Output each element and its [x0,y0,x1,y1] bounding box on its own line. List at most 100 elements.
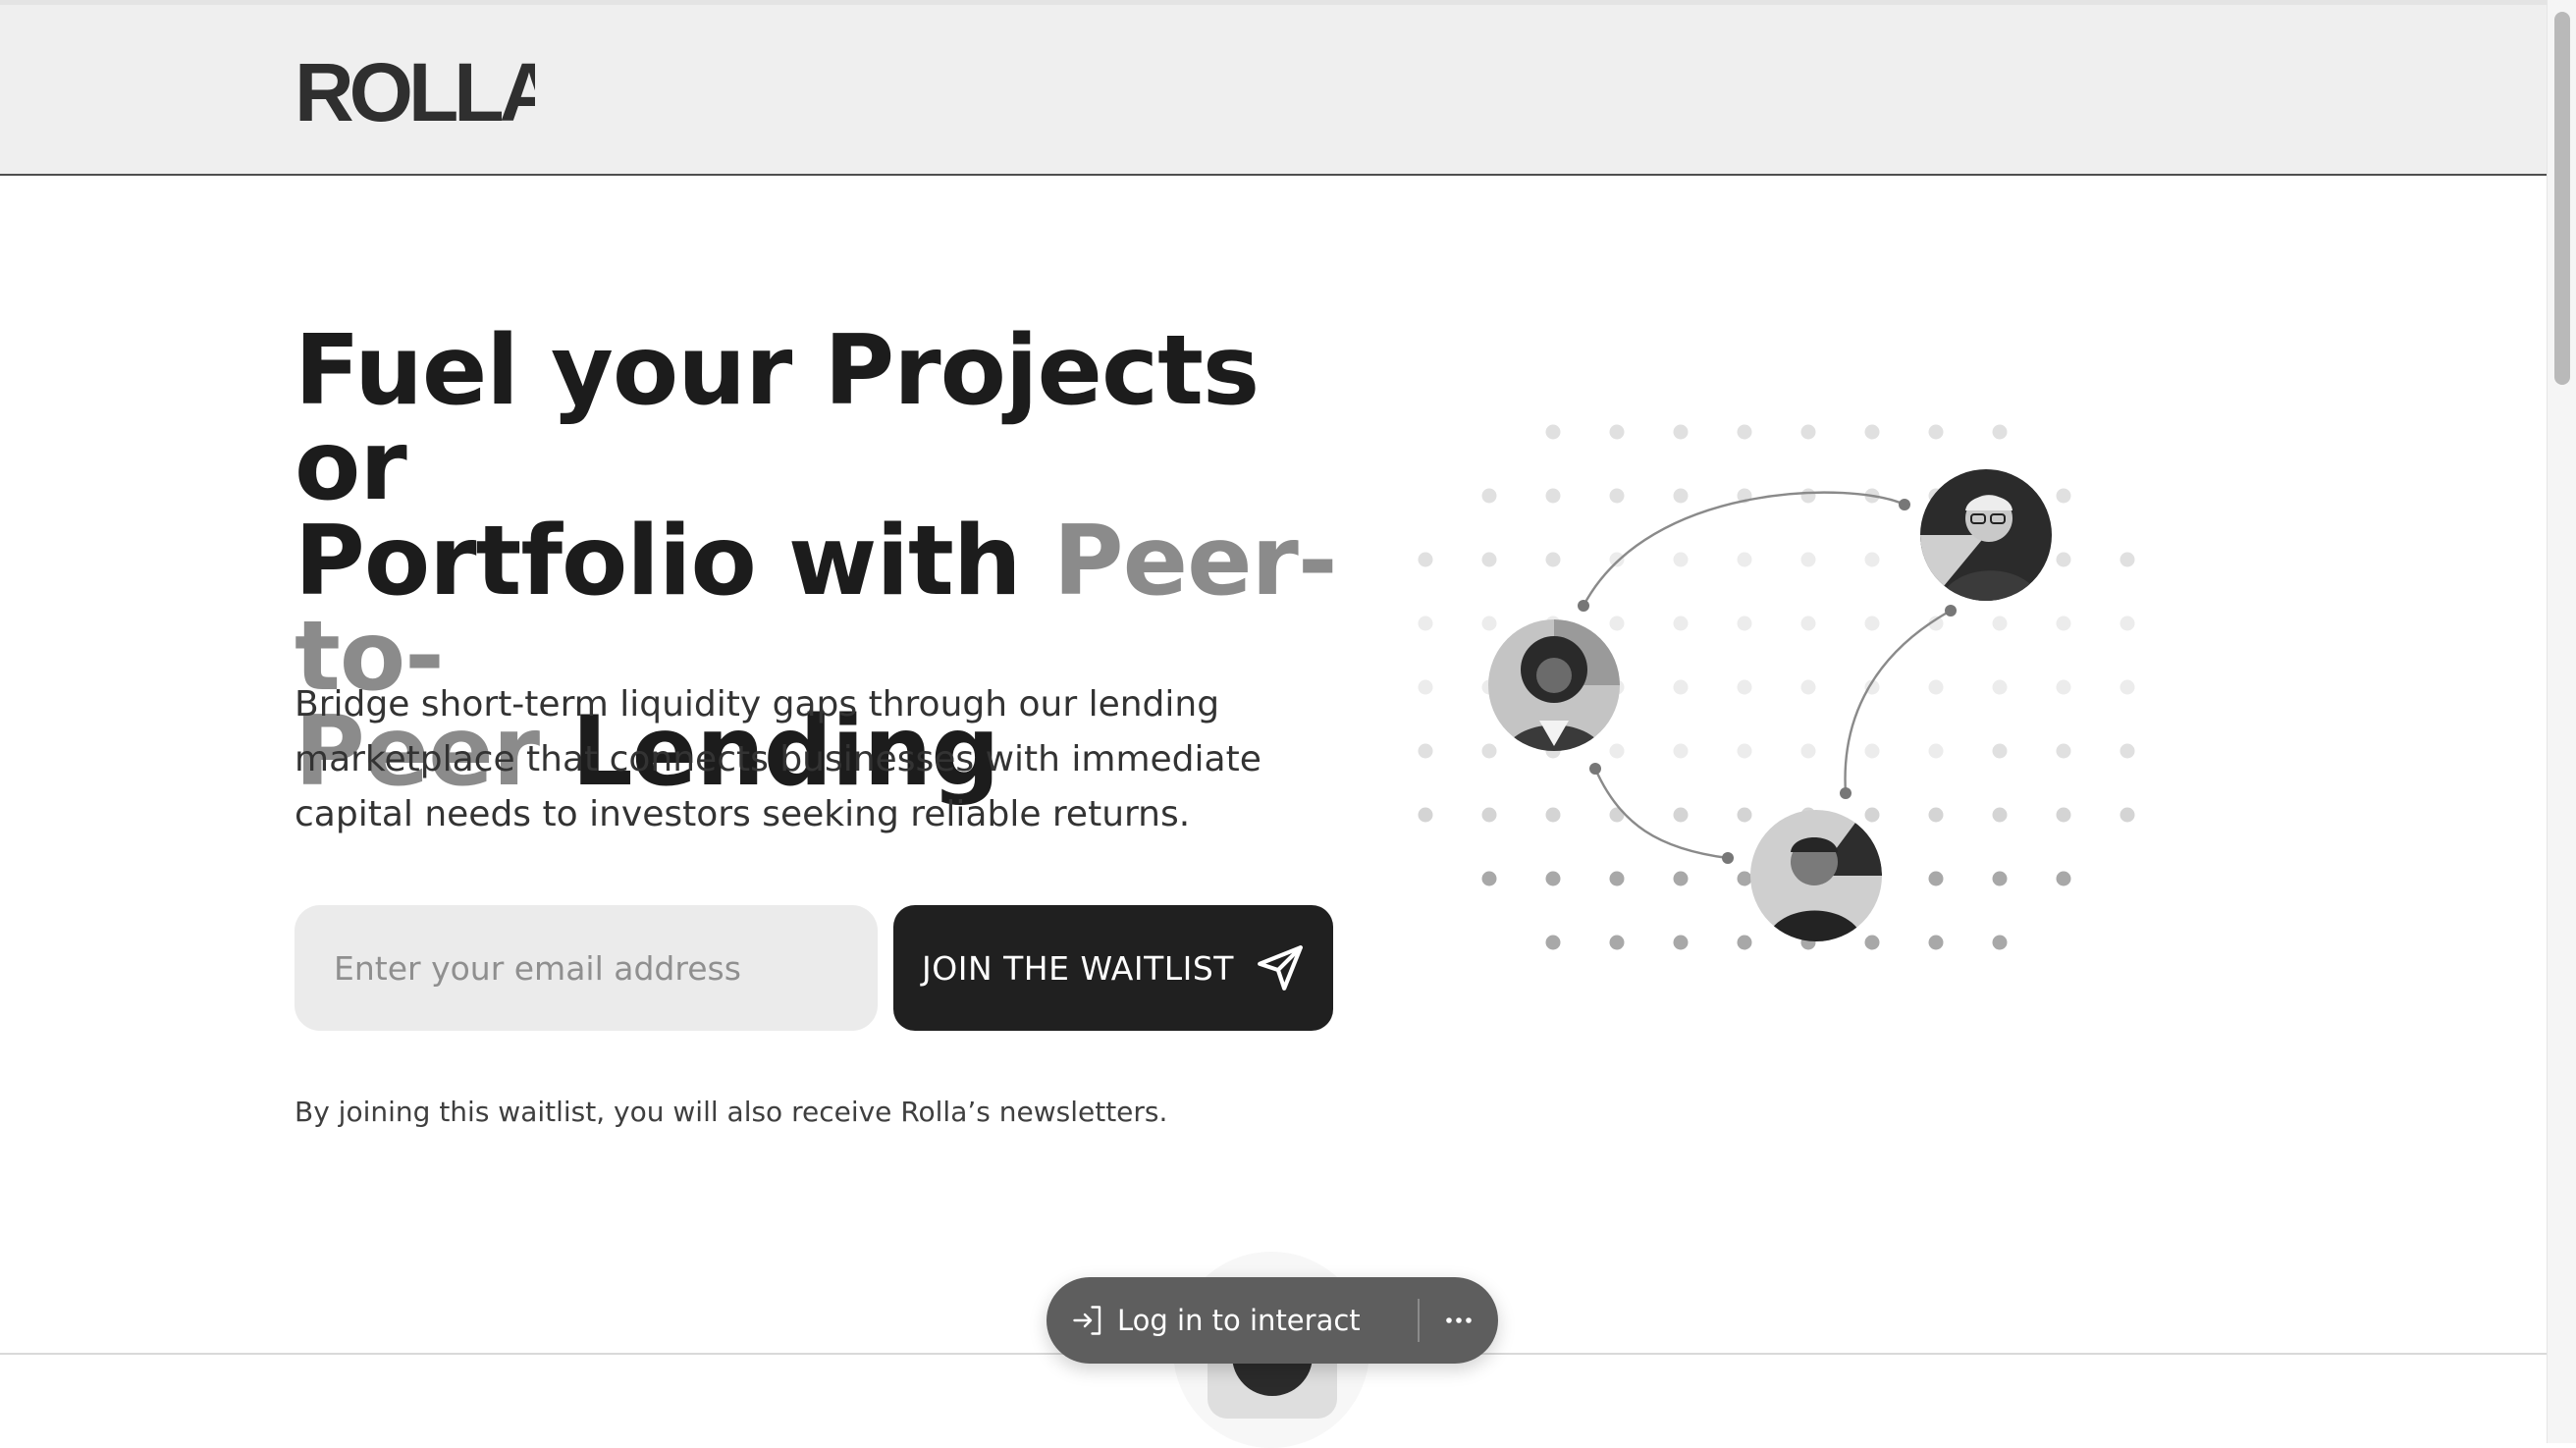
grid-dot [1864,743,1880,759]
grid-dot [1418,807,1433,823]
login-arrow-icon [1073,1306,1101,1335]
grid-dot [1864,935,1880,950]
grid-dot [1609,743,1625,759]
grid-dot [2120,679,2135,695]
grid-dot [1737,679,1752,695]
grid-dot [1864,616,1880,631]
grid-dot [2056,679,2071,695]
email-input[interactable] [295,905,878,1031]
grid-dot [1545,552,1561,567]
grid-dot [1737,743,1752,759]
grid-dot [1737,424,1752,440]
connector-lines [1582,491,1952,860]
grid-dot [1545,488,1561,504]
grid-dot [1545,424,1561,440]
grid-dot [1481,552,1497,567]
grid-dot [1673,424,1689,440]
hero-subtext: Bridge short-term liquidity gaps through… [295,684,1261,834]
login-button[interactable]: Log in to interact [1070,1277,1361,1364]
grid-dot [1800,743,1816,759]
grid-dot [2120,616,2135,631]
connector-dots [1578,499,1957,864]
grid-dot [1673,935,1689,950]
grid-dot [1928,935,1944,950]
grid-dot [1864,424,1880,440]
grid-dot [2056,616,2071,631]
grid-dot [1545,807,1561,823]
grid-dot [1481,807,1497,823]
grid-dot [1545,935,1561,950]
grid-dot [2120,807,2135,823]
rolla-logo[interactable]: ROLLA [295,56,535,127]
grid-dot [1992,679,2008,695]
grid-dot [2056,807,2071,823]
grid-dot [2120,743,2135,759]
grid-dot [1928,679,1944,695]
avatar-woman [1488,619,1620,751]
grid-dot [1418,552,1433,567]
grid-dot [1800,424,1816,440]
grid-dot [1418,616,1433,631]
grid-dot [1609,616,1625,631]
grid-dot [1609,424,1625,440]
grid-dot [1481,871,1497,886]
grid-dot [1481,616,1497,631]
avatar-man-glasses [1920,469,2052,601]
grid-dot [1992,616,2008,631]
grid-dot [1673,552,1689,567]
login-label: Log in to interact [1117,1304,1361,1337]
login-toolbar: Log in to interact [1046,1277,1498,1364]
svg-text:ROLLA: ROLLA [295,56,535,127]
paper-plane-icon [1258,945,1303,991]
grid-dot [2056,743,2071,759]
grid-dot [1673,807,1689,823]
grid-dot [1800,488,1816,504]
avatar-man-smiling [1750,810,1882,941]
grid-dot [1800,616,1816,631]
grid-dot [2056,488,2071,504]
scrollbar-thumb[interactable] [2554,12,2570,385]
network-illustration [1418,424,2135,950]
ellipsis-icon [1446,1317,1472,1323]
grid-dot [1928,424,1944,440]
grid-dot [1673,488,1689,504]
grid-dot [1545,871,1561,886]
grid-dot [1609,488,1625,504]
grid-dot [1609,552,1625,567]
grid-dot [2056,871,2071,886]
grid-dot [1673,743,1689,759]
grid-dot [1992,871,2008,886]
grid-dot [1992,935,2008,950]
grid-dot [1673,679,1689,695]
grid-dot [1928,743,1944,759]
headline-line-1: Fuel your Projects or [295,315,1260,522]
grid-dot [1481,743,1497,759]
vertical-scrollbar[interactable] [2547,0,2576,1443]
grid-dot [1673,871,1689,886]
grid-dot [1418,743,1433,759]
grid-dot [1992,424,2008,440]
grid-dot [1800,552,1816,567]
grid-dot [1609,871,1625,886]
toolbar-divider [1418,1299,1420,1342]
grid-dot [2056,552,2071,567]
join-waitlist-label: JOIN THE WAITLIST [922,948,1234,988]
grid-dot [1928,807,1944,823]
grid-dot [1992,743,2008,759]
grid-dot [1864,552,1880,567]
grid-dot [1737,552,1752,567]
grid-dot [1800,679,1816,695]
grid-dot [1609,935,1625,950]
grid-dot [1992,807,2008,823]
grid-dot [1481,488,1497,504]
grid-dot [1673,616,1689,631]
site-header: ROLLA [0,5,2547,176]
grid-dot [1737,807,1752,823]
grid-dot [1737,935,1752,950]
grid-dot [1864,807,1880,823]
more-options-button[interactable] [1431,1277,1486,1364]
newsletter-disclaimer: By joining this waitlist, you will also … [295,1096,1168,1128]
grid-dot [1737,616,1752,631]
grid-dot [2120,552,2135,567]
join-waitlist-button[interactable]: JOIN THE WAITLIST [893,905,1333,1031]
